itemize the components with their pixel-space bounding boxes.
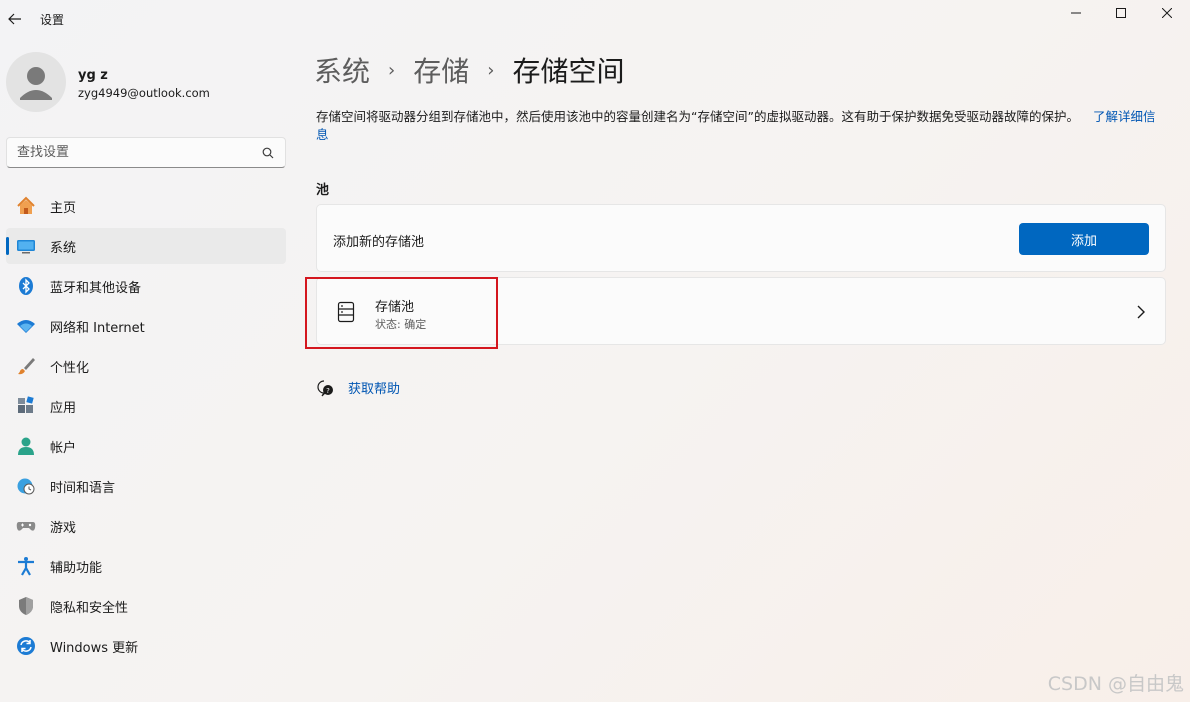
search-icon[interactable] [261,146,275,160]
watermark: CSDN @自由鬼 [1047,673,1184,695]
globe-clock-icon [16,476,36,496]
sidebar-item-accessibility[interactable]: 辅助功能 [6,548,286,584]
pools-section-title: 池 [316,183,330,198]
home-icon [16,196,36,216]
search-box [6,137,286,168]
chevron-right-icon: › [487,59,495,81]
sidebar-item-label: 游戏 [50,520,77,536]
sidebar-item-network[interactable]: 网络和 Internet [6,308,286,344]
sidebar-item-personalization[interactable]: 个性化 [6,348,286,384]
sidebar-item-label: 蓝牙和其他设备 [50,280,142,296]
breadcrumb-system[interactable]: 系统 [314,50,370,90]
close-button[interactable] [1144,0,1190,26]
minimize-icon [1071,12,1081,14]
minimize-button[interactable] [1053,0,1099,26]
sidebar-item-label: 网络和 Internet [50,320,145,336]
avatar [6,52,66,112]
user-avatar-icon [20,67,52,100]
system-icon [16,236,36,256]
app-title: 设置 [40,13,65,27]
gamepad-icon [16,516,36,536]
add-pool-card: 添加新的存储池 添加 [316,204,1166,272]
description-text: 存储空间将驱动器分组到存储池中，然后使用该池中的容量创建名为“存储空间”的虚拟驱… [316,109,1079,124]
shield-icon [16,596,36,616]
account-icon [16,436,36,456]
sidebar-nav: 主页 系统 蓝牙和其他设备 网络和 Internet 个性化 应用 帐户 时间和… [6,188,286,668]
storage-drive-icon [337,301,355,323]
page-title: 存储空间 [512,55,625,88]
wifi-icon [16,316,36,336]
close-icon [1162,8,1172,18]
bluetooth-icon [16,276,36,296]
sidebar-item-windows-update[interactable]: Windows 更新 [6,628,286,664]
user-profile[interactable]: yg z zyg4949@outlook.com [6,52,286,112]
page-description: 存储空间将驱动器分组到存储池中，然后使用该池中的容量创建名为“存储空间”的虚拟驱… [316,108,1156,144]
storage-pool-item[interactable]: 存储池 状态: 确定 [316,277,1166,345]
svg-text:?: ? [326,387,330,395]
sidebar-item-label: 系统 [50,240,77,256]
search-input[interactable] [17,145,261,160]
sidebar-item-label: 应用 [50,400,77,416]
maximize-icon [1116,8,1126,18]
back-button[interactable] [4,8,26,30]
sidebar-item-bluetooth[interactable]: 蓝牙和其他设备 [6,268,286,304]
title-bar: 设置 [0,0,1190,38]
maximize-button[interactable] [1098,0,1144,26]
sidebar-item-accounts[interactable]: 帐户 [6,428,286,464]
add-pool-label: 添加新的存储池 [333,235,425,250]
sidebar-item-label: 时间和语言 [50,480,116,496]
get-help-label: 获取帮助 [348,382,401,397]
sidebar-item-label: Windows 更新 [50,640,139,656]
sidebar-item-label: 帐户 [50,440,77,456]
sidebar-item-gaming[interactable]: 游戏 [6,508,286,544]
apps-icon [16,396,36,416]
get-help-link[interactable]: ? 获取帮助 [316,378,400,397]
sidebar-item-label: 辅助功能 [50,560,103,576]
arrow-left-icon [8,13,21,25]
brush-icon [16,356,36,376]
add-pool-button[interactable]: 添加 [1019,223,1149,255]
pool-status: 状态: 确定 [375,318,427,331]
chevron-right-icon: › [388,59,396,81]
sidebar-item-label: 隐私和安全性 [50,600,129,616]
sidebar-item-time-language[interactable]: 时间和语言 [6,468,286,504]
update-icon [16,636,36,656]
sidebar-item-home[interactable]: 主页 [6,188,286,224]
breadcrumb-storage[interactable]: 存储 [413,50,469,90]
sidebar-item-label: 主页 [50,200,77,216]
breadcrumb: 系统 › 存储 › 存储空间 [314,50,624,90]
sidebar-item-privacy[interactable]: 隐私和安全性 [6,588,286,624]
sidebar-item-system[interactable]: 系统 [6,228,286,264]
user-email: zyg4949@outlook.com [78,86,210,100]
help-chat-icon: ? [317,379,333,396]
accessibility-icon [16,556,36,576]
pool-name: 存储池 [375,300,415,315]
sidebar-item-label: 个性化 [50,360,90,376]
user-name: yg z [78,68,108,83]
chevron-right-icon [1137,305,1145,319]
sidebar-item-apps[interactable]: 应用 [6,388,286,424]
